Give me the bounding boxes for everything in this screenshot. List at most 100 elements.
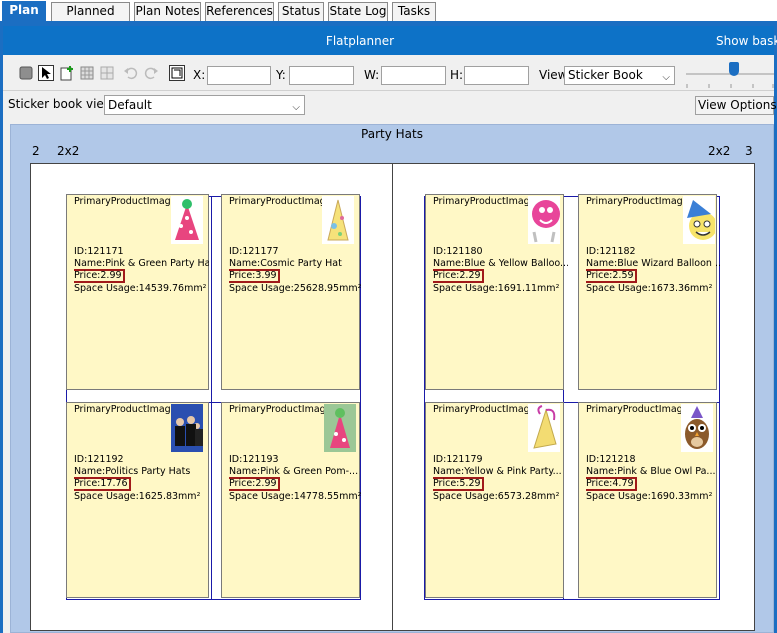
sticker-card[interactable]: PrimaryProductImage: ID:121192 Name:Poli… bbox=[66, 402, 209, 598]
sticker-card[interactable]: PrimaryProductImage: ID:121179 Name:Yell… bbox=[425, 402, 564, 598]
card-name: Name:Blue & Yellow Balloo... bbox=[433, 257, 568, 269]
card-space-usage: Space Usage:1691.11mm² bbox=[433, 283, 560, 294]
sticker-card[interactable]: PrimaryProductImage: ID:121171 Name:Pink… bbox=[66, 194, 209, 390]
card-id: ID:121193 bbox=[229, 454, 279, 465]
card-image-label: PrimaryProductImage: bbox=[433, 196, 539, 207]
right-page-size: 2x2 bbox=[708, 144, 731, 158]
x-input[interactable] bbox=[207, 66, 271, 85]
card-price: Price:17.76 bbox=[74, 477, 131, 491]
page-left-vdivider bbox=[211, 196, 212, 600]
card-name: Name:Blue Wizard Balloon ... bbox=[586, 257, 721, 269]
pink-pom-hat-icon bbox=[324, 404, 356, 452]
card-price: Price:4.79 bbox=[586, 477, 637, 491]
tab-plan[interactable]: Plan bbox=[2, 1, 46, 22]
card-space-usage: Space Usage:1673.36mm² bbox=[586, 283, 713, 294]
right-page-number: 3 bbox=[745, 144, 753, 158]
sticker-card[interactable]: PrimaryProductImage: ID:121193 Name:Pink… bbox=[221, 402, 361, 598]
owl-hat-icon bbox=[681, 404, 713, 452]
left-page-size: 2x2 bbox=[57, 144, 80, 158]
sticker-card[interactable]: PrimaryProductImage: ID:121218 Name:Pink… bbox=[578, 402, 717, 598]
card-image-label: PrimaryProductImage: bbox=[229, 196, 335, 207]
card-price: Price:3.99 bbox=[229, 269, 280, 283]
h-label: H: bbox=[450, 68, 464, 82]
show-basket-button[interactable]: Show baske bbox=[716, 34, 777, 48]
w-input[interactable] bbox=[381, 66, 446, 85]
card-price: Price:2.29 bbox=[433, 269, 484, 283]
card-image-label: PrimaryProductImage: bbox=[586, 196, 692, 207]
stop-icon[interactable] bbox=[18, 65, 34, 81]
flatplanner-titlebar: Flatplanner Show baske bbox=[3, 26, 777, 55]
y-label: Y: bbox=[276, 68, 286, 82]
wizard-balloon-icon bbox=[683, 196, 717, 244]
card-price: Price:2.99 bbox=[229, 477, 280, 491]
tab-status[interactable]: Status bbox=[278, 2, 324, 21]
pink-cone-hat-icon bbox=[171, 196, 203, 244]
view-select[interactable]: Sticker Book ⌵ bbox=[564, 66, 675, 85]
card-name: Name:Yellow & Pink Party... bbox=[433, 465, 562, 477]
politics-photo-icon bbox=[171, 404, 203, 452]
tab-planned-page[interactable]: Planned Page bbox=[51, 2, 130, 35]
grid-icon[interactable] bbox=[79, 65, 95, 81]
undo-icon[interactable] bbox=[123, 65, 139, 81]
card-space-usage: Space Usage:25628.95mm² bbox=[229, 283, 362, 294]
card-image-label: PrimaryProductImage: bbox=[229, 404, 335, 415]
card-image-label: PrimaryProductImage: bbox=[74, 196, 180, 207]
window-title: Flatplanner bbox=[325, 34, 395, 48]
toolbar: X: Y: W: H: View Sticker Book ⌵ bbox=[3, 55, 774, 91]
card-image-label: PrimaryProductImage: bbox=[433, 404, 539, 415]
yellow-pink-hat-icon bbox=[528, 404, 560, 452]
y-input[interactable] bbox=[289, 66, 354, 85]
sticker-card[interactable]: PrimaryProductImage: ID:121182 Name:Blue… bbox=[578, 194, 721, 390]
card-space-usage: Space Usage:6573.28mm² bbox=[433, 491, 560, 502]
view-options-label: View Options bbox=[698, 98, 777, 112]
card-image-label: PrimaryProductImage: bbox=[74, 404, 180, 415]
card-space-usage: Space Usage:1690.33mm² bbox=[586, 491, 713, 502]
sticker-book-select[interactable]: Default ⌵ bbox=[104, 95, 305, 115]
tab-tasks[interactable]: Tasks bbox=[392, 2, 436, 21]
spread-title: Party Hats bbox=[361, 127, 423, 141]
card-name: Name:Politics Party Hats bbox=[74, 465, 191, 477]
w-label: W: bbox=[364, 68, 380, 82]
card-price: Price:2.99 bbox=[74, 269, 125, 283]
balloon-character-icon bbox=[528, 196, 560, 244]
tab-state-log[interactable]: State Log bbox=[328, 2, 388, 21]
sticker-card[interactable]: PrimaryProductImage: ID:121177 Name:Cosm… bbox=[221, 194, 361, 390]
card-id: ID:121171 bbox=[74, 246, 124, 257]
redo-icon[interactable] bbox=[143, 65, 159, 81]
sticker-book-row: Sticker book view: Default ⌵ View Option… bbox=[3, 91, 777, 118]
left-page-number: 2 bbox=[32, 144, 40, 158]
card-name: Name:Pink & Blue Owl Pa... bbox=[586, 465, 716, 477]
grid-alt-icon[interactable] bbox=[99, 65, 115, 81]
cosmic-cone-hat-icon bbox=[322, 196, 354, 244]
h-input[interactable] bbox=[464, 66, 529, 85]
card-id: ID:121182 bbox=[586, 246, 636, 257]
view-select-value: Sticker Book bbox=[568, 68, 643, 82]
sticker-book-value: Default bbox=[108, 98, 152, 112]
view-options-button[interactable]: View Options ▼ bbox=[695, 96, 777, 115]
card-id: ID:121180 bbox=[433, 246, 483, 257]
card-price: Price:2.59 bbox=[586, 269, 637, 283]
card-id: ID:121177 bbox=[229, 246, 279, 257]
tab-plan-notes[interactable]: Plan Notes bbox=[134, 2, 201, 21]
card-name: Name:Pink & Green Party Hat bbox=[74, 257, 209, 269]
card-space-usage: Space Usage:14778.55mm² bbox=[229, 491, 362, 502]
card-image-label: PrimaryProductImage: bbox=[586, 404, 692, 415]
zoom-slider-thumb[interactable] bbox=[729, 62, 739, 76]
card-space-usage: Space Usage:1625.83mm² bbox=[74, 491, 201, 502]
card-id: ID:121192 bbox=[74, 454, 124, 465]
pointer-icon[interactable] bbox=[38, 65, 54, 81]
sticker-card[interactable]: PrimaryProductImage: ID:121180 Name:Blue… bbox=[425, 194, 568, 390]
card-id: ID:121218 bbox=[586, 454, 636, 465]
fit-icon[interactable] bbox=[169, 65, 185, 81]
card-price: Price:5.29 bbox=[433, 477, 484, 491]
card-name: Name:Pink & Green Pom-... bbox=[229, 465, 359, 477]
card-space-usage: Space Usage:14539.76mm² bbox=[74, 283, 207, 294]
x-label: X: bbox=[193, 68, 206, 82]
tab-references[interactable]: References bbox=[205, 2, 274, 21]
add-page-icon[interactable] bbox=[59, 65, 75, 81]
card-id: ID:121179 bbox=[433, 454, 483, 465]
zoom-ticks bbox=[686, 77, 774, 88]
card-name: Name:Cosmic Party Hat bbox=[229, 257, 342, 269]
chevron-down-icon: ⌵ bbox=[292, 102, 300, 113]
chevron-down-icon: ⌵ bbox=[662, 72, 670, 83]
